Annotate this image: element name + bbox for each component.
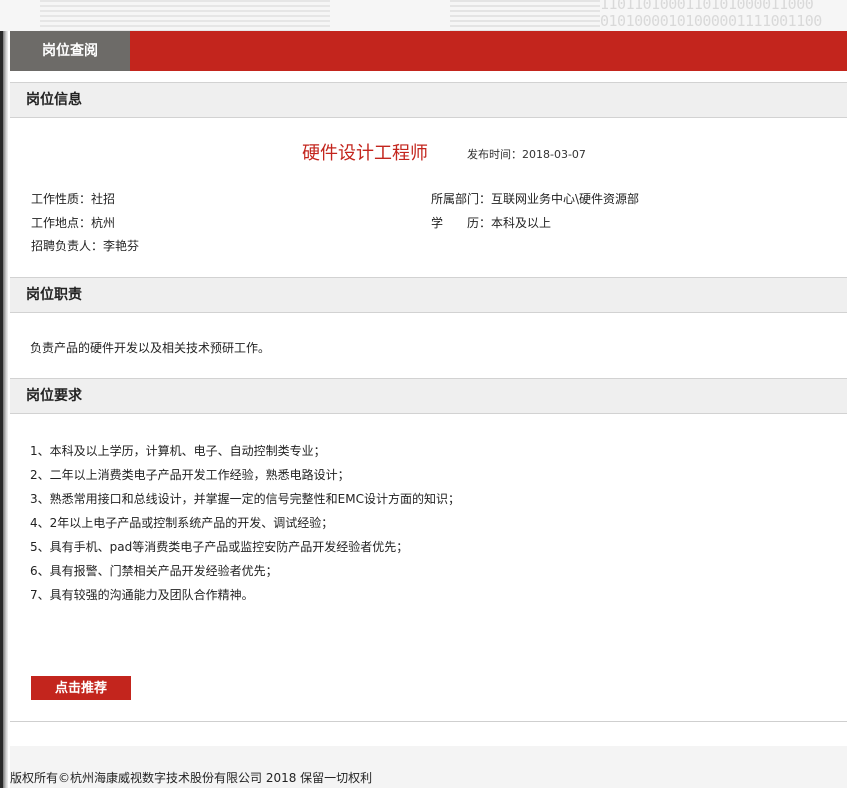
banner-digits: 1101101000110101000011000 01010000101000…	[600, 0, 822, 30]
section-title-info: 岗位信息	[26, 92, 82, 108]
list-item: 6、具有报警、门禁相关产品开发经验者优先；	[30, 564, 278, 578]
section-header-requirements: 岗位要求	[10, 378, 847, 414]
section-header-duty: 岗位职责	[10, 277, 847, 313]
recommend-button[interactable]: 点击推荐	[31, 676, 131, 700]
list-item: 3、熟悉常用接口和总线设计，并掌握一定的信号完整性和EMC设计方面的知识；	[30, 492, 460, 506]
banner-stripes-right	[450, 0, 600, 31]
footer-copyright: 版权所有©杭州海康威视数字技术股份有限公司 2018 保留一切权利	[10, 771, 373, 785]
list-item: 7、具有较强的沟通能力及团队合作精神。	[30, 588, 254, 602]
publish-date: 2018-03-07	[522, 148, 586, 161]
list-item: 2、二年以上消费类电子产品开发工作经验，熟悉电路设计；	[30, 468, 350, 482]
field-education: 学 历：本科及以上	[431, 216, 552, 230]
list-item: 4、2年以上电子产品或控制系统产品的开发、调试经验；	[30, 516, 334, 530]
field-department: 所属部门：互联网业务中心\硬件资源部	[431, 192, 640, 206]
list-item: 1、本科及以上学历，计算机、电子、自动控制类专业；	[30, 444, 326, 458]
list-item: 5、具有手机、pad等消费类电子产品或监控安防产品开发经验者优先；	[30, 540, 409, 554]
field-recruiter: 招聘负责人：李艳芬	[31, 239, 140, 253]
tab-job-lookup[interactable]: 岗位查阅	[10, 31, 130, 71]
window-left-edge	[0, 0, 8, 788]
banner-stripes	[40, 0, 330, 31]
field-work-nature: 工作性质：社招	[31, 192, 116, 206]
duty-text: 负责产品的硬件开发以及相关技术预研工作。	[30, 341, 271, 355]
job-title: 硬件设计工程师	[302, 143, 428, 164]
section-title-requirements: 岗位要求	[26, 388, 82, 404]
section-title-duty: 岗位职责	[26, 287, 82, 303]
section-header-info: 岗位信息	[10, 82, 847, 118]
nav-bar: 岗位查阅	[10, 31, 847, 71]
top-decoration-banner: 1101101000110101000011000 01010000101000…	[0, 0, 847, 31]
requirements-list: 1、本科及以上学历，计算机、电子、自动控制类专业； 2、二年以上消费类电子产品开…	[30, 439, 460, 607]
job-detail-panel: 岗位信息 硬件设计工程师 发布时间：2018-03-07 工作性质：社招 所属部…	[10, 71, 847, 722]
field-work-location: 工作地点：杭州	[31, 216, 116, 230]
publish-label: 发布时间：	[467, 148, 522, 161]
publish-date-line: 发布时间：2018-03-07	[467, 146, 586, 162]
